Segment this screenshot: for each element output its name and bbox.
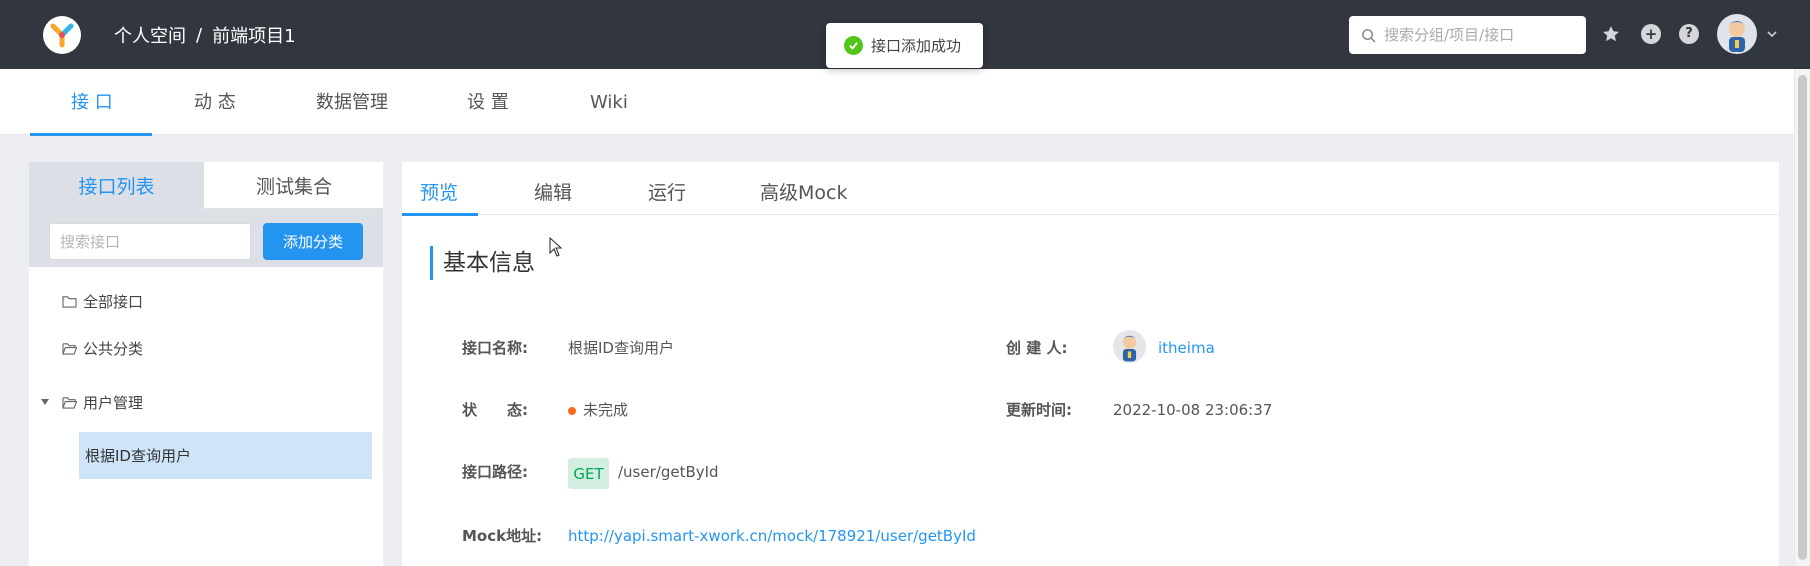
section-title: 基本信息 [443,250,535,276]
scrollbar-thumb[interactable] [1798,75,1807,560]
tab-wiki[interactable]: Wiki [590,91,628,115]
interface-detail: 预览 编辑 运行 高级Mock 基本信息 接口名称: 根据ID查询用户 创 建 … [402,162,1779,566]
breadcrumb-separator: / [196,24,203,46]
status-value: 未完成 [583,401,629,419]
section-accent-bar [430,246,433,280]
add-category-button[interactable]: 添加分类 [263,223,363,260]
interface-name-label: 接口名称: [462,339,528,357]
tab-data-management[interactable]: 数据管理 [316,91,388,115]
tab-test-collection[interactable]: 测试集合 [205,162,383,209]
interface-path-value: /user/getById [618,463,719,481]
tab-run[interactable]: 运行 [648,178,686,208]
active-tab-indicator [30,133,152,136]
user-avatar[interactable] [1717,14,1757,54]
star-icon[interactable] [1600,23,1622,45]
tree-item-all[interactable]: 全部接口 [29,286,383,316]
updated-time-value: 2022-10-08 23:06:37 [1113,401,1273,419]
global-search[interactable] [1349,16,1586,54]
check-circle-icon [844,36,863,55]
interface-name-value: 根据ID查询用户 [568,339,674,357]
creator-name-link[interactable]: itheima [1158,337,1215,359]
mouse-cursor-icon [549,237,563,257]
page-scrollbar[interactable] [1794,69,1810,566]
active-tab-indicator [402,213,478,216]
breadcrumb-project[interactable]: 前端项目1 [212,22,295,48]
tab-activity[interactable]: 动 态 [194,91,236,115]
success-toast: 接口添加成功 [826,23,983,68]
interface-path-label: 接口路径: [462,463,528,481]
tree-item-user-management[interactable]: 用户管理 [29,387,383,417]
status-dot [568,407,576,415]
breadcrumb: 个人空间 / 前端项目1 [114,22,296,48]
tree-item-label: 全部接口 [83,292,144,311]
interface-search-input[interactable] [49,223,251,260]
folder-open-icon [62,342,77,355]
tree-item-label: 公共分类 [83,339,144,358]
breadcrumb-space[interactable]: 个人空间 [114,22,186,48]
tab-preview[interactable]: 预览 [420,178,458,208]
tree-item-selected-interface[interactable]: 根据ID查询用户 [79,432,372,479]
folder-icon [62,295,77,308]
toast-message: 接口添加成功 [871,37,962,55]
http-method-badge: GET [568,458,609,489]
updated-time-label: 更新时间: [1006,401,1072,419]
mock-url-link[interactable]: http://yapi.smart-xwork.cn/mock/178921/u… [568,525,976,547]
search-icon [1362,28,1376,42]
tree-item-label: 用户管理 [83,393,144,412]
global-search-input[interactable] [1384,26,1574,44]
yapi-logo[interactable] [43,16,81,54]
tab-edit[interactable]: 编辑 [534,178,572,208]
tab-interface-list[interactable]: 接口列表 [29,162,204,209]
help-icon[interactable]: ? [1678,23,1700,45]
folder-open-icon [62,396,77,409]
creator-avatar [1113,330,1146,363]
status-label: 状 态: [462,401,528,419]
tree-item-label: 根据ID查询用户 [85,447,191,465]
caret-down-icon[interactable] [40,398,50,406]
creator-label: 创 建 人: [1006,339,1068,357]
tab-interface[interactable]: 接 口 [71,91,113,115]
interface-sidebar: 接口列表 测试集合 添加分类 全部接口 公共分类 用户管理 根据ID查询用户 [29,162,383,566]
tree-item-public[interactable]: 公共分类 [29,333,383,363]
tab-settings[interactable]: 设 置 [467,91,509,115]
tab-advanced-mock[interactable]: 高级Mock [760,178,847,208]
tab-divider [402,214,1779,215]
project-nav: 接 口 动 态 数据管理 设 置 Wiki [0,69,1810,136]
chevron-down-icon[interactable] [1766,28,1778,40]
plus-icon[interactable]: + [1640,23,1662,45]
mock-url-label: Mock地址: [462,527,543,545]
